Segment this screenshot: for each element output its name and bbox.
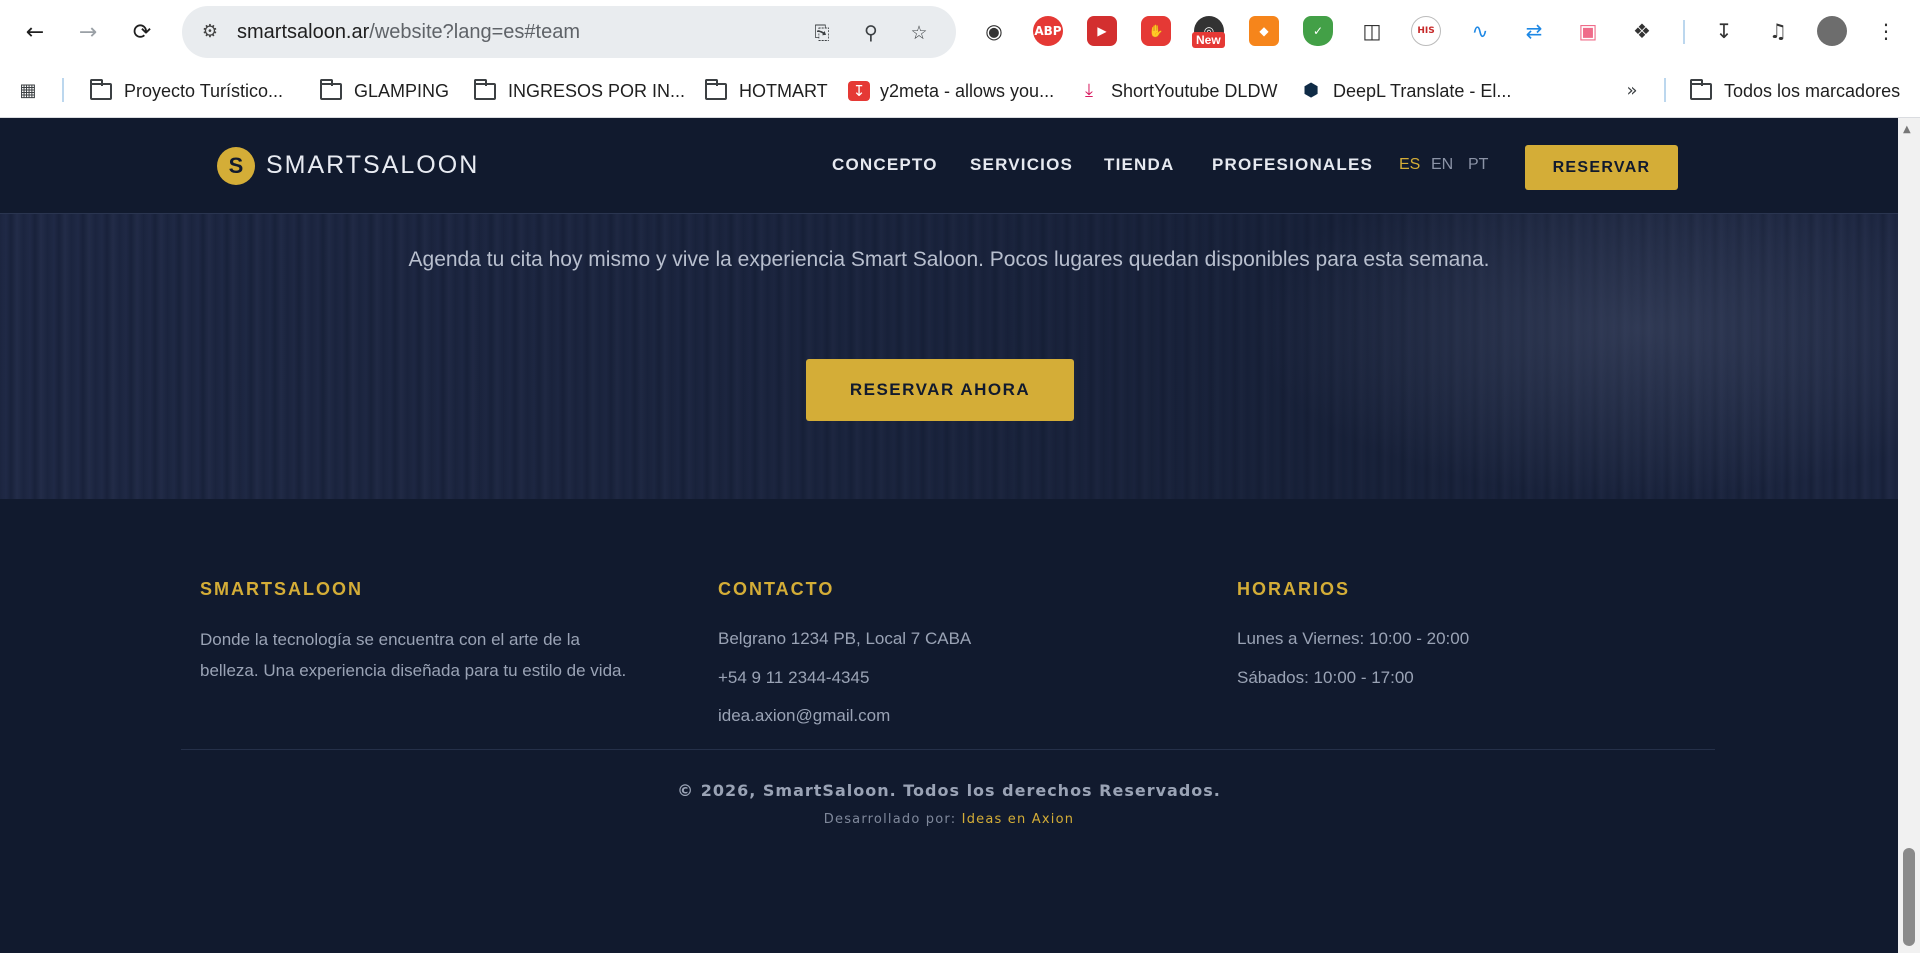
media-control-icon[interactable]: ♫	[1763, 16, 1793, 46]
bookmark-label: y2meta - allows you...	[880, 80, 1055, 101]
video-extension-icon[interactable]: ▶	[1087, 16, 1117, 46]
cta-text: Agenda tu cita hoy mismo y vive la exper…	[408, 248, 1490, 271]
footer-weekday-hours: Lunes a Viernes: 10:00 - 20:00	[1237, 629, 1470, 648]
menu-kebab-icon[interactable]: ⋮	[1871, 16, 1901, 46]
lang-pt[interactable]: PT	[1468, 156, 1488, 174]
camera-extension-icon[interactable]: ◉	[979, 16, 1009, 46]
bookmarks-separator	[62, 78, 64, 102]
footer-brand-line: Donde la tecnología se encuentra con el …	[200, 630, 580, 649]
bookmark-label: INGRESOS POR IN...	[508, 80, 686, 101]
bookmark-label: HOTMART	[739, 80, 828, 101]
url-domain: smartsaloon.ar	[237, 21, 370, 43]
folder-icon	[474, 78, 496, 100]
reserve-now-button[interactable]: RESERVAR AHORA	[806, 359, 1074, 421]
logo-text[interactable]: SMARTSALOON	[266, 151, 479, 180]
folder-icon	[1690, 78, 1712, 100]
site-info-icon[interactable]: ⚙	[198, 20, 222, 44]
screenshot-extension-icon[interactable]: ▣	[1573, 16, 1603, 46]
zoom-icon[interactable]: ⚲	[858, 20, 884, 46]
extensions-puzzle-icon[interactable]: ❖	[1627, 16, 1657, 46]
logo-icon[interactable]: S	[217, 147, 255, 185]
bookmark-label: GLAMPING	[354, 80, 450, 101]
bookmark-item[interactable]: GLAMPING	[320, 78, 449, 104]
folder-icon	[705, 78, 727, 100]
folder-icon	[320, 78, 342, 100]
cta-section: Agenda tu cita hoy mismo y vive la exper…	[0, 214, 1898, 499]
bookmarks-bar: ▦ Proyecto Turístico... GLAMPING INGRESO…	[0, 64, 1920, 118]
bookmark-item[interactable]: ⬢ DeepL Translate - El...	[1299, 78, 1511, 104]
bookmark-item[interactable]: ⤓ ShortYoutube DLDW	[1077, 78, 1277, 104]
adblock-hand-icon[interactable]: ✋	[1141, 16, 1171, 46]
lang-es[interactable]: ES	[1399, 156, 1420, 174]
bookmarks-separator	[1664, 78, 1666, 102]
monitor-extension-icon[interactable]: ◫	[1357, 16, 1387, 46]
toolbar-separator	[1683, 20, 1685, 44]
url-path: /website?lang=es#team	[369, 21, 580, 43]
developer-link[interactable]: Ideas en Axion	[962, 812, 1075, 827]
metamask-icon[interactable]: ◆	[1249, 16, 1279, 46]
folder-icon	[90, 78, 112, 100]
footer-address: Belgrano 1234 PB, Local 7 CABA	[718, 629, 972, 648]
reserve-button[interactable]: RESERVAR	[1525, 145, 1678, 190]
download-icon: ↧	[848, 81, 870, 101]
site-footer: SMARTSALOON Donde la tecnología se encue…	[0, 499, 1898, 953]
footer-brand-line: belleza. Una experiencia diseñada para t…	[200, 661, 627, 680]
all-bookmarks-item[interactable]: Todos los marcadores	[1690, 78, 1900, 104]
more-bookmarks-icon[interactable]: »	[1620, 78, 1654, 104]
bookmark-star-icon[interactable]: ☆	[906, 20, 932, 46]
browser-toolbar: ← → ⟳ ⚙ smartsaloon.ar/website?lang=es#t…	[0, 0, 1920, 64]
footer-hours-title: HORARIOS	[1237, 579, 1351, 599]
adblock-plus-icon[interactable]: ABP	[1033, 16, 1063, 46]
translate-extension-icon[interactable]: ⇄	[1519, 16, 1549, 46]
nav-concepto[interactable]: CONCEPTO	[832, 155, 938, 175]
developer-prefix: Desarrollado por:	[823, 812, 957, 827]
download-icon: ⤓	[1085, 80, 1093, 101]
nav-tienda[interactable]: TIENDA	[1104, 155, 1174, 175]
chevron-double-right-icon: »	[1626, 80, 1638, 101]
site-header: S SMARTSALOON CONCEPTO SERVICIOS TIENDA …	[0, 118, 1898, 214]
footer-divider	[181, 749, 1715, 750]
shield-extension-icon[interactable]: ✓	[1303, 16, 1333, 46]
nav-servicios[interactable]: SERVICIOS	[970, 155, 1073, 175]
hls-extension-icon[interactable]: HIS	[1411, 16, 1441, 46]
developer-credit: Desarrollado por: Ideas en Axion	[0, 812, 1898, 827]
lang-en[interactable]: EN	[1431, 156, 1453, 174]
apps-grid-icon[interactable]: ▦	[16, 78, 50, 104]
abp-label: ABP	[1034, 24, 1062, 38]
bookmark-item[interactable]: HOTMART	[705, 78, 828, 104]
address-bar[interactable]: ⚙ smartsaloon.ar/website?lang=es#team ⎘ …	[182, 6, 956, 58]
bookmark-label: DeepL Translate - El...	[1333, 80, 1512, 101]
footer-email[interactable]: idea.axion@gmail.com	[718, 700, 890, 731]
footer-contact-title: CONTACTO	[718, 579, 835, 599]
all-bookmarks-label: Todos los marcadores	[1724, 80, 1901, 101]
bookmark-item[interactable]: Proyecto Turístico...	[90, 78, 283, 104]
install-app-icon[interactable]: ⎘	[809, 20, 835, 46]
wave-extension-icon[interactable]: ∿	[1465, 16, 1495, 46]
scroll-up-icon[interactable]: ▲	[1903, 124, 1911, 135]
footer-saturday-hours: Sábados: 10:00 - 17:00	[1237, 668, 1414, 687]
reload-icon[interactable]: ⟳	[122, 12, 162, 52]
page-scrollbar[interactable]: ▲	[1898, 118, 1920, 953]
deepl-icon: ⬢	[1303, 80, 1319, 101]
website-viewport: Agenda tu cita hoy mismo y vive la exper…	[0, 118, 1898, 953]
bookmark-label: ShortYoutube DLDW	[1111, 80, 1278, 101]
forward-icon[interactable]: →	[68, 12, 108, 52]
back-icon[interactable]: ←	[15, 12, 55, 52]
bookmark-item[interactable]: INGRESOS POR IN...	[474, 78, 685, 104]
scrollbar-thumb[interactable]	[1903, 848, 1915, 946]
nav-profesionales[interactable]: PROFESIONALES	[1212, 155, 1373, 175]
footer-brand-title: SMARTSALOON	[200, 579, 363, 599]
footer-phone[interactable]: +54 9 11 2344-4345	[718, 662, 869, 693]
profile-avatar[interactable]	[1817, 16, 1847, 46]
bookmark-label: Proyecto Turístico...	[124, 80, 284, 101]
his-label: HIS	[1417, 26, 1435, 36]
grid-icon: ▦	[19, 80, 37, 101]
bookmark-item[interactable]: ↧ y2meta - allows you...	[848, 78, 1054, 104]
downloads-icon[interactable]: ↧	[1709, 16, 1739, 46]
url-text[interactable]: smartsaloon.ar/website?lang=es#team	[237, 21, 580, 44]
new-badge: New	[1192, 32, 1225, 48]
copyright-text: © 2026, SmartSaloon. Todos los derechos …	[677, 781, 1221, 800]
